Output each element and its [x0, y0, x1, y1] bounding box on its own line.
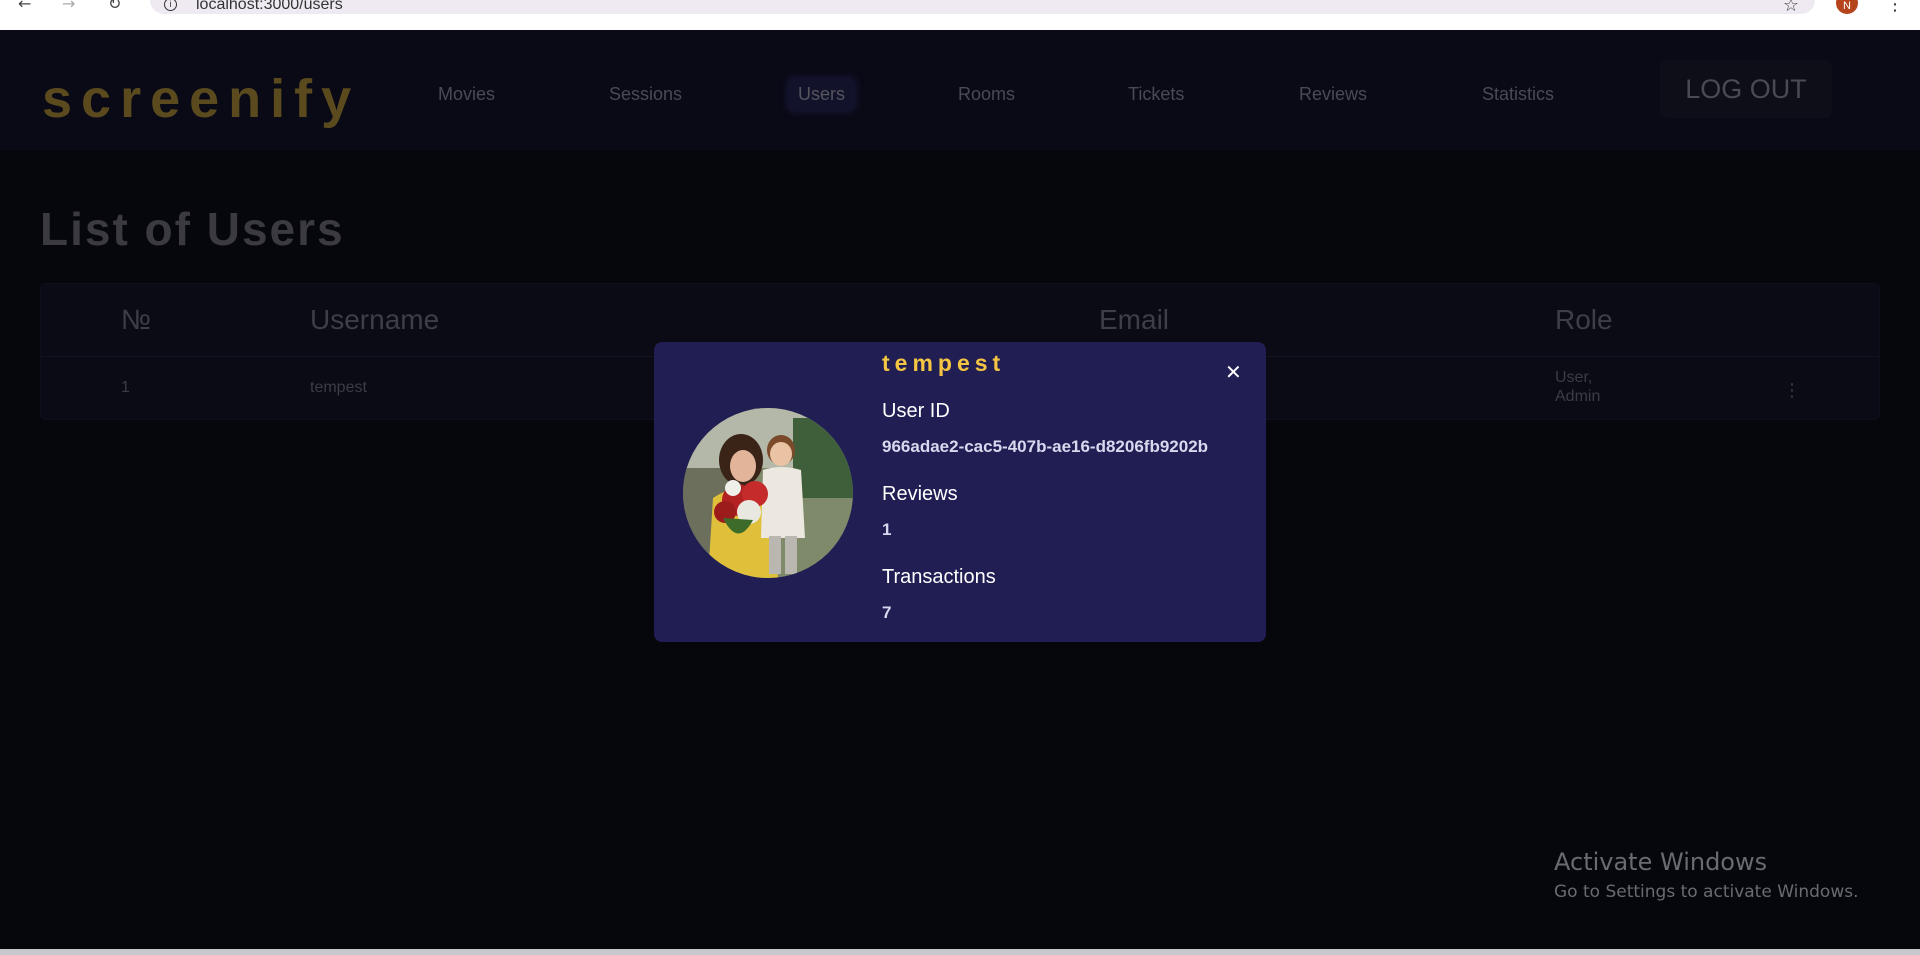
user-details-modal: tempest ✕ User ID 966adae2-cac5-407b-ae1…	[654, 342, 1266, 642]
nav-reviews[interactable]: Reviews	[1289, 78, 1377, 111]
forward-arrow-icon[interactable]: →	[62, 0, 75, 12]
logo[interactable]: screenify	[42, 68, 360, 130]
info-icon[interactable]: i	[164, 0, 177, 11]
activation-watermark-title: Activate Windows	[1554, 848, 1768, 876]
row-username: tempest	[310, 379, 367, 396]
row-role-line2: Admin	[1555, 388, 1601, 405]
reload-icon[interactable]: ↻	[108, 0, 121, 12]
nav-users[interactable]: Users	[788, 78, 856, 111]
modal-username: tempest	[882, 350, 1006, 376]
profile-avatar[interactable]: N	[1836, 0, 1858, 14]
nav-sessions[interactable]: Sessions	[599, 78, 692, 111]
transactions-value: 7	[882, 603, 892, 622]
user-id-label: User ID	[882, 400, 950, 422]
column-email-header: Email	[1099, 304, 1170, 335]
taskbar-edge	[0, 949, 1920, 955]
user-avatar	[683, 408, 853, 578]
user-id-value: 966adae2-cac5-407b-ae16-d8206fb9202b	[882, 437, 1209, 456]
nav-statistics[interactable]: Statistics	[1472, 78, 1564, 111]
nav-movies[interactable]: Movies	[428, 78, 505, 111]
star-icon[interactable]: ☆	[1783, 0, 1799, 16]
column-number-header: №	[121, 304, 152, 335]
browser-menu-icon[interactable]: ⋮	[1886, 0, 1904, 15]
row-role-line1: User,	[1555, 369, 1593, 386]
logout-button[interactable]: LOG OUT	[1660, 60, 1832, 118]
url-text: localhost:3000/users	[196, 0, 343, 13]
column-role-header: Role	[1555, 304, 1613, 335]
transactions-label: Transactions	[882, 566, 996, 588]
reviews-value: 1	[882, 520, 892, 539]
activation-watermark-subtitle: Go to Settings to activate Windows.	[1554, 882, 1859, 902]
back-arrow-icon[interactable]: ←	[18, 0, 31, 12]
address-bar[interactable]: i localhost:3000/users ☆	[150, 0, 1815, 16]
row-number: 1	[121, 379, 130, 396]
nav-rooms[interactable]: Rooms	[948, 78, 1025, 111]
reviews-label: Reviews	[882, 483, 958, 505]
app-header: screenify Movies Sessions Users Rooms Ti…	[0, 30, 1920, 150]
nav-tickets[interactable]: Tickets	[1118, 78, 1194, 111]
kebab-menu-icon[interactable]: ⋮	[1783, 380, 1801, 401]
browser-toolbar: ← → ↻ i localhost:3000/users ☆ N ⋮	[0, 0, 1920, 30]
page-title: List of Users	[40, 203, 345, 255]
column-username-header: Username	[310, 304, 440, 335]
close-icon[interactable]: ✕	[1225, 360, 1242, 384]
